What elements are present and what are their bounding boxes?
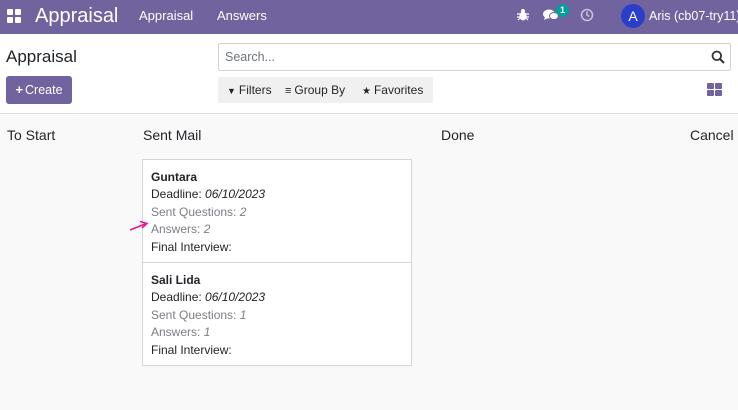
card-sent-questions: Sent Questions: 1 <box>151 308 247 322</box>
card-answers: Answers: 1 <box>151 325 211 339</box>
card-answers: Answers: 2 <box>151 222 211 236</box>
column-header-sent-mail[interactable]: Sent Mail <box>143 127 201 143</box>
control-panel: Appraisal +Create ▼Filters ≡Group By ★Fa… <box>0 34 738 114</box>
kanban-view-icon[interactable] <box>707 83 722 97</box>
create-label: Create <box>25 83 63 97</box>
kanban-card[interactable]: Sali Lida Deadline: 06/10/2023 Sent Ques… <box>142 262 412 366</box>
card-employee-name: Guntara <box>151 170 198 184</box>
card-sent-questions: Sent Questions: 2 <box>151 205 247 219</box>
favorites-button[interactable]: ★ Favorites <box>362 83 423 99</box>
plus-icon: + <box>15 82 24 97</box>
card-deadline: Deadline: 06/10/2023 <box>151 290 266 304</box>
search-input[interactable] <box>225 48 705 66</box>
search-box[interactable] <box>218 43 731 71</box>
column-header-done[interactable]: Done <box>441 127 474 143</box>
card-employee-name: Sali Lida <box>151 273 201 287</box>
column-header-cancel[interactable]: Cancel <box>690 127 734 143</box>
kanban-card[interactable]: Guntara Deadline: 06/10/2023 Sent Questi… <box>142 159 412 263</box>
star-icon: ★ <box>362 86 371 97</box>
filter-icon: ▼ <box>227 86 236 96</box>
page-title: Appraisal <box>6 47 77 66</box>
create-button[interactable]: + Create <box>6 76 72 104</box>
filters-button[interactable]: ▼ Filters <box>227 83 272 98</box>
apps-menu-icon[interactable] <box>7 9 21 23</box>
menu-appraisal[interactable]: Appraisal <box>139 9 193 23</box>
search-options-bar: ▼ Filters ≡ Group By ★ Favorites <box>218 77 433 103</box>
card-final-interview: Final Interview: <box>151 240 232 254</box>
top-navbar: Appraisal Appraisal Answers 1 A Aris (cb… <box>0 0 738 34</box>
card-deadline: Deadline: 06/10/2023 <box>151 187 266 201</box>
user-menu[interactable]: Aris (cb07-try11) <box>649 9 738 23</box>
bug-icon[interactable] <box>516 8 530 26</box>
group-by-button[interactable]: ≡ Group By <box>285 83 345 98</box>
clock-icon[interactable] <box>580 8 594 26</box>
search-icon[interactable] <box>711 50 725 64</box>
card-final-interview: Final Interview: <box>151 343 232 357</box>
annotation-arrow-icon <box>129 220 149 231</box>
group-by-icon: ≡ <box>285 85 292 97</box>
column-header-to-start[interactable]: To Start <box>7 127 55 143</box>
message-count-badge: 1 <box>556 4 569 17</box>
menu-answers[interactable]: Answers <box>217 9 267 23</box>
avatar[interactable]: A <box>621 4 645 28</box>
app-brand[interactable]: Appraisal <box>35 4 118 28</box>
